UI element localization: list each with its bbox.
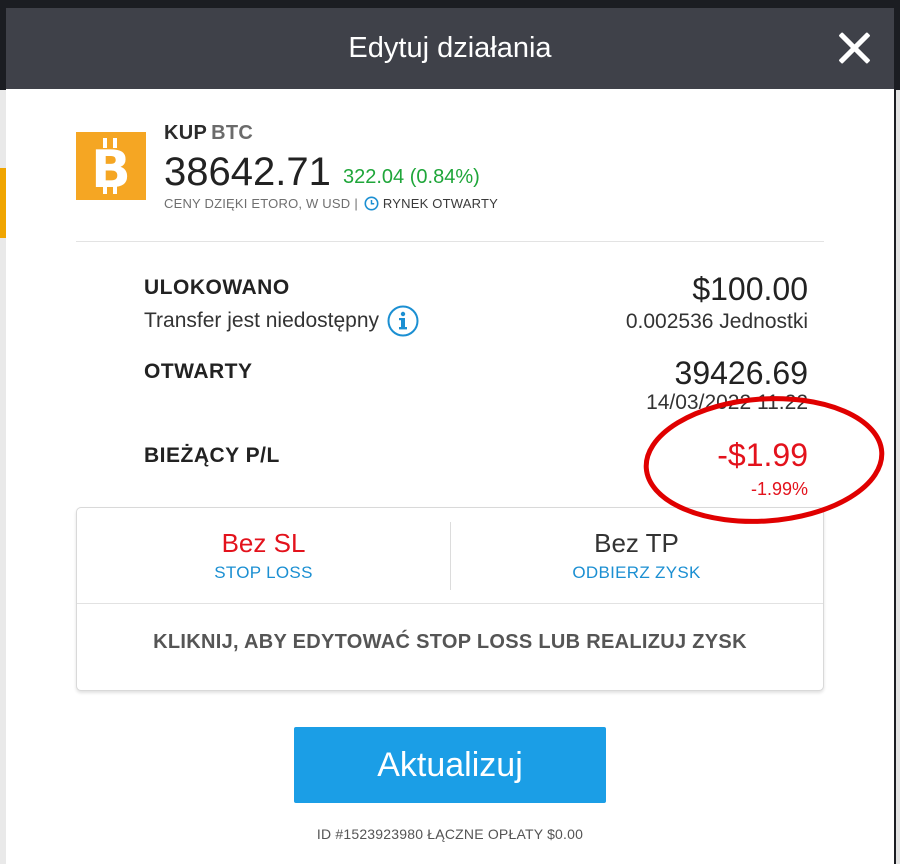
trade-footer: ID #1523923980 ŁĄCZNE OPŁATY $0.00 bbox=[316, 826, 584, 842]
sl-tp-panel: Bez SL STOP LOSS Bez TP ODBIERZ ZYSK KLI… bbox=[76, 507, 824, 691]
stop-loss-button[interactable]: Bez SL STOP LOSS bbox=[77, 508, 450, 604]
trade-direction: KUP BTC bbox=[164, 122, 253, 145]
close-icon[interactable] bbox=[836, 30, 872, 66]
take-profit-value: Bez TP bbox=[594, 528, 679, 558]
annotation-circle bbox=[643, 396, 885, 524]
take-profit-label: ODBIERZ ZYSK bbox=[572, 563, 701, 582]
current-price: 38642.71 bbox=[164, 150, 331, 194]
modal-header: Edytuj działania bbox=[6, 8, 894, 89]
pl-label: BIEŻĄCY P/L bbox=[144, 444, 280, 467]
edit-sl-tp-hint[interactable]: KLIKNIJ, ABY EDYTOWAĆ STOP LOSS LUB REAL… bbox=[77, 604, 823, 690]
svg-text:B: B bbox=[91, 140, 131, 200]
bitcoin-icon: B bbox=[76, 132, 146, 200]
action-label: KUP bbox=[164, 122, 208, 144]
price-source: CENY DZIĘKI ETORO, W USD bbox=[164, 196, 351, 211]
price-change: 322.04 (0.84%) bbox=[343, 166, 480, 188]
info-icon[interactable] bbox=[387, 305, 419, 337]
stop-loss-value: Bez SL bbox=[221, 528, 306, 558]
stop-loss-label: STOP LOSS bbox=[214, 563, 313, 582]
asset-symbol: BTC bbox=[211, 122, 254, 144]
open-label: OTWARTY bbox=[144, 360, 253, 383]
modal-title: Edytuj działania bbox=[348, 32, 552, 64]
invested-label: ULOKOWANO bbox=[144, 276, 290, 299]
invested-value: $100.00 bbox=[692, 271, 808, 307]
update-button[interactable]: Aktualizuj bbox=[294, 727, 606, 803]
background-page-right bbox=[896, 90, 900, 864]
divider bbox=[76, 241, 824, 242]
units-value: 0.002536 Jednostki bbox=[625, 310, 808, 333]
clock-icon bbox=[364, 196, 379, 211]
transfer-note: Transfer jest niedostępny bbox=[144, 305, 419, 337]
price-meta: CENY DZIĘKI ETORO, W USD | RYNEK OTWARTY bbox=[164, 196, 498, 211]
transfer-note-text: Transfer jest niedostępny bbox=[144, 309, 380, 332]
meta-separator: | bbox=[354, 196, 358, 211]
open-price: 39426.69 bbox=[674, 355, 808, 391]
market-status: RYNEK OTWARTY bbox=[382, 196, 498, 211]
